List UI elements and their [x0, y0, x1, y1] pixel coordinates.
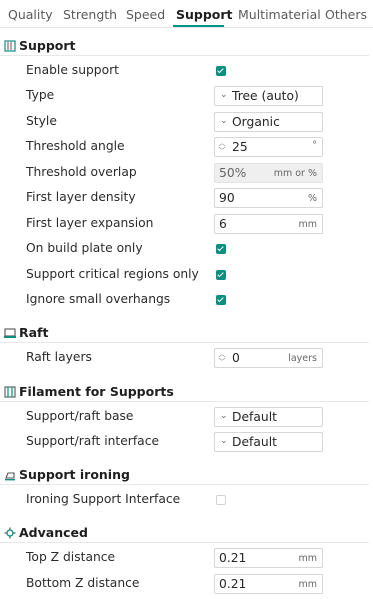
bottom-z-distance-input[interactable]: 0.21 mm: [214, 574, 323, 594]
raft-layers-unit: layers: [288, 353, 317, 364]
ironing-support-interface-checkbox[interactable]: [216, 495, 226, 505]
label-threshold-angle: Threshold angle: [26, 139, 125, 153]
support-raft-base-dropdown[interactable]: ⌄ Default: [214, 407, 323, 427]
top-z-distance-unit: mm: [298, 553, 317, 564]
label-first-layer-expansion: First layer expansion: [26, 216, 154, 230]
advanced-icon: [4, 527, 16, 539]
tab-support[interactable]: Support: [176, 7, 233, 22]
style-value: Organic: [232, 115, 280, 129]
first-layer-expansion-value: 6: [219, 217, 227, 231]
top-z-distance-input[interactable]: 0.21 mm: [214, 548, 323, 568]
label-first-layer-density: First layer density: [26, 190, 136, 204]
label-type: Type: [26, 88, 55, 102]
on-build-plate-only-checkbox[interactable]: [216, 244, 226, 254]
section-title-filament: Filament for Supports: [19, 384, 174, 399]
section-title-ironing: Support ironing: [19, 467, 130, 482]
first-layer-density-value: 90: [219, 191, 235, 205]
threshold-overlap-unit: mm or %: [273, 168, 317, 179]
tab-speed[interactable]: Speed: [126, 7, 165, 22]
label-support-raft-base: Support/raft base: [26, 409, 134, 423]
ignore-small-overhangs-checkbox[interactable]: [216, 295, 226, 305]
section-divider: [0, 342, 369, 343]
label-enable-support: Enable support: [26, 63, 120, 77]
tab-others[interactable]: Others: [325, 7, 367, 22]
settings-tabs: Quality Strength Speed Support Multimate…: [0, 0, 373, 30]
label-support-raft-interface: Support/raft interface: [26, 434, 160, 448]
section-divider: [0, 401, 369, 402]
label-ironing-support-interface: Ironing Support Interface: [26, 492, 181, 506]
first-layer-expansion-input[interactable]: 6 mm: [214, 214, 323, 234]
threshold-overlap-value: 50%: [219, 166, 247, 180]
tab-multimaterial[interactable]: Multimaterial: [238, 7, 321, 22]
section-divider: [0, 484, 369, 485]
tab-strength[interactable]: Strength: [63, 7, 117, 22]
style-dropdown[interactable]: ⌄ Organic: [214, 112, 323, 132]
type-value: Tree (auto): [232, 89, 299, 103]
spin-arrows-icon[interactable]: ︿ ﹀: [218, 139, 226, 155]
filament-icon: [4, 386, 16, 398]
chevron-down-icon: ⌄: [220, 116, 228, 126]
label-on-build-plate-only: On build plate only: [26, 241, 143, 255]
threshold-angle-spinner[interactable]: ︿ ﹀ 25 °: [214, 137, 323, 157]
spin-arrows-icon[interactable]: ︿ ﹀: [218, 350, 226, 366]
type-dropdown[interactable]: ⌄ Tree (auto): [214, 86, 323, 106]
threshold-angle-value: 25: [232, 140, 248, 154]
enable-support-checkbox[interactable]: [216, 66, 226, 76]
tab-quality[interactable]: Quality: [8, 7, 53, 22]
section-title-raft: Raft: [19, 325, 49, 340]
ironing-icon: [5, 472, 15, 481]
support-raft-interface-value: Default: [232, 435, 277, 449]
first-layer-expansion-unit: mm: [298, 219, 317, 230]
label-threshold-overlap: Threshold overlap: [26, 165, 137, 179]
section-title-advanced: Advanced: [19, 525, 88, 540]
tab-bar-divider: [0, 27, 373, 28]
label-top-z-distance: Top Z distance: [26, 550, 116, 564]
section-divider: [0, 542, 369, 543]
raft-icon: [4, 328, 16, 338]
label-critical-regions-only: Support critical regions only: [26, 267, 199, 281]
chevron-down-icon: ⌄: [220, 411, 228, 421]
chevron-down-icon: ⌄: [220, 436, 228, 446]
bottom-z-distance-unit: mm: [298, 579, 317, 590]
raft-layers-value: 0: [232, 351, 240, 365]
raft-layers-spinner[interactable]: ︿ ﹀ 0 layers: [214, 348, 323, 368]
section-divider: [0, 55, 369, 56]
active-tab-indicator: [173, 25, 224, 27]
label-ignore-small-overhangs: Ignore small overhangs: [26, 292, 171, 306]
support-raft-base-value: Default: [232, 410, 277, 424]
support-raft-interface-dropdown[interactable]: ⌄ Default: [214, 432, 323, 452]
threshold-angle-unit: °: [312, 140, 317, 151]
support-icon: [4, 40, 16, 52]
label-bottom-z-distance: Bottom Z distance: [26, 576, 140, 590]
top-z-distance-value: 0.21: [219, 551, 247, 565]
section-title-support: Support: [19, 38, 76, 53]
first-layer-density-input[interactable]: 90 %: [214, 188, 323, 208]
label-raft-layers: Raft layers: [26, 350, 92, 364]
first-layer-density-unit: %: [307, 193, 317, 204]
bottom-z-distance-value: 0.21: [219, 577, 247, 591]
threshold-overlap-input[interactable]: 50% mm or %: [214, 163, 323, 183]
label-style: Style: [26, 114, 57, 128]
critical-regions-only-checkbox[interactable]: [216, 270, 226, 280]
chevron-down-icon: ⌄: [220, 90, 228, 100]
